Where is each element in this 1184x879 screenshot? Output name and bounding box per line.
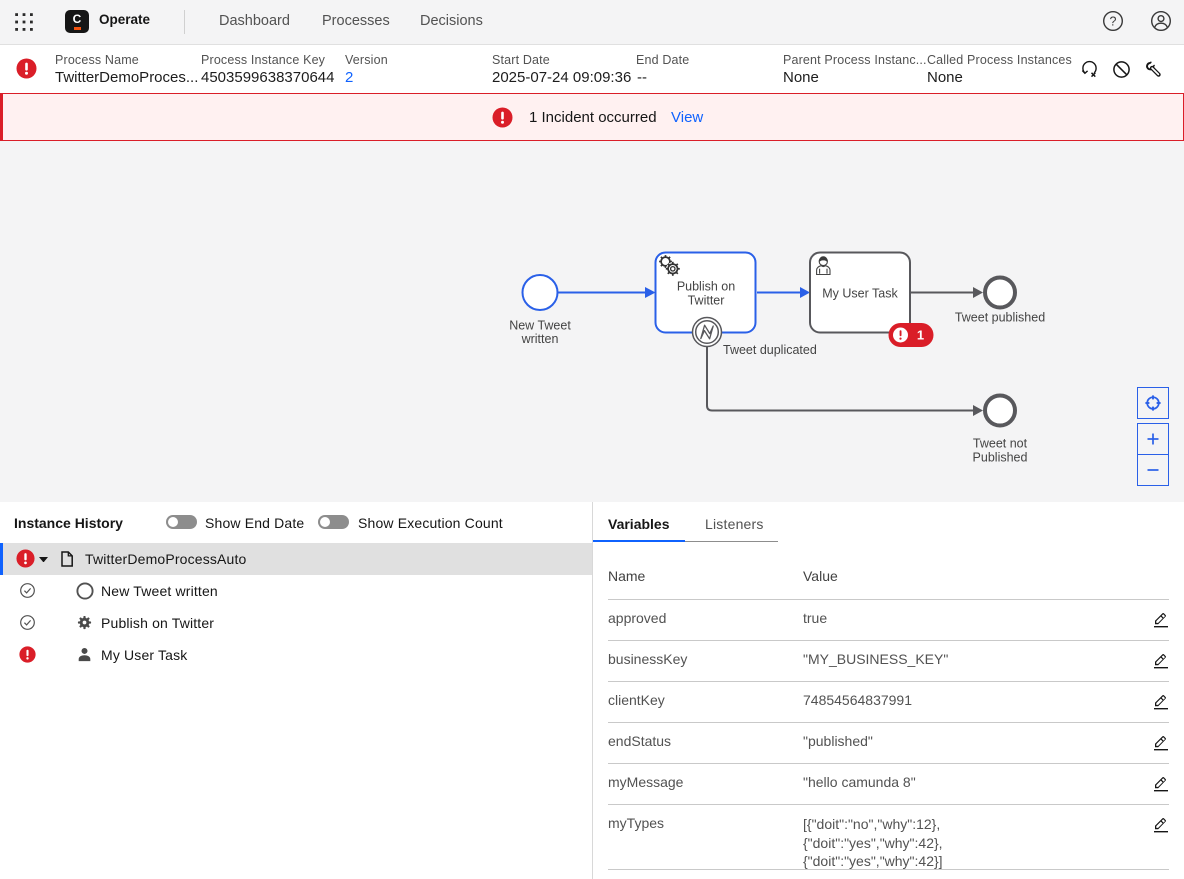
svg-text:?: ? bbox=[1110, 14, 1117, 28]
svg-text:Publish on: Publish on bbox=[677, 280, 735, 294]
svg-text:Tweet not: Tweet not bbox=[973, 437, 1028, 451]
svg-text:Twitter: Twitter bbox=[688, 294, 725, 308]
svg-text:written: written bbox=[521, 332, 559, 346]
svg-text:My User Task: My User Task bbox=[822, 287, 898, 301]
svg-text:New Tweet: New Tweet bbox=[509, 319, 571, 333]
svg-text:Published: Published bbox=[973, 451, 1028, 465]
svg-text:Tweet duplicated: Tweet duplicated bbox=[723, 343, 817, 357]
svg-text:Tweet published: Tweet published bbox=[955, 311, 1045, 325]
svg-text:1: 1 bbox=[917, 328, 924, 343]
